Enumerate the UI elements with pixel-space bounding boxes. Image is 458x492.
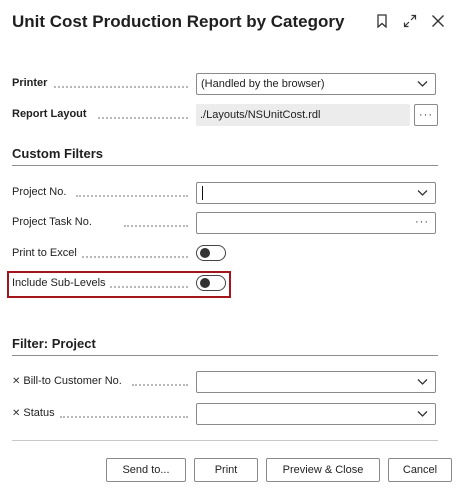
bookmark-icon[interactable] <box>373 12 391 30</box>
report-layout-row: Report Layout ./Layouts/NSUnitCost.rdl ·… <box>12 104 438 128</box>
bill-to-customer-label: ✕ Bill-to Customer No. <box>12 375 122 387</box>
report-layout-value: ./Layouts/NSUnitCost.rdl <box>200 109 321 121</box>
chevron-down-icon <box>417 79 428 91</box>
dialog-title: Unit Cost Production Report by Category <box>12 12 345 31</box>
remove-filter-icon[interactable]: ✕ <box>12 376 20 387</box>
status-label-text: Status <box>23 407 55 419</box>
footer-divider <box>12 440 438 441</box>
print-to-excel-label: Print to Excel <box>12 247 77 259</box>
chevron-down-icon <box>417 188 428 200</box>
printer-select[interactable]: (Handled by the browser) <box>196 73 436 95</box>
dotted-leader <box>124 225 188 227</box>
bill-to-customer-input[interactable] <box>196 371 436 393</box>
expand-icon[interactable] <box>401 12 419 30</box>
print-to-excel-row: Print to Excel <box>12 243 438 267</box>
print-to-excel-toggle[interactable] <box>196 245 226 261</box>
assist-edit-icon[interactable]: ··· <box>415 216 429 228</box>
dotted-leader <box>54 86 188 88</box>
report-layout-assist-button[interactable]: ··· <box>414 104 438 126</box>
chevron-down-icon <box>417 409 428 421</box>
project-task-label: Project Task No. <box>12 216 92 228</box>
printer-row: Printer (Handled by the browser) <box>12 73 438 97</box>
report-layout-label: Report Layout <box>12 108 87 120</box>
project-no-row: Project No. <box>12 182 438 206</box>
toggle-knob <box>200 248 210 258</box>
print-button[interactable]: Print <box>194 458 258 482</box>
dotted-leader <box>132 384 188 386</box>
project-no-label: Project No. <box>12 186 67 198</box>
cancel-button[interactable]: Cancel <box>388 458 452 482</box>
remove-filter-icon[interactable]: ✕ <box>12 408 20 419</box>
highlight-box <box>7 271 231 298</box>
filter-project-heading: Filter: Project <box>12 336 438 356</box>
status-label: ✕ Status <box>12 407 55 419</box>
dotted-leader <box>76 195 188 197</box>
dotted-leader <box>98 117 188 119</box>
preview-close-button[interactable]: Preview & Close <box>266 458 380 482</box>
project-no-input[interactable] <box>196 182 436 204</box>
printer-label: Printer <box>12 77 48 89</box>
close-icon[interactable] <box>429 12 447 30</box>
status-input[interactable] <box>196 403 436 425</box>
project-task-input[interactable]: ··· <box>196 212 436 234</box>
status-row: ✕ Status <box>12 403 438 427</box>
text-cursor <box>202 186 203 200</box>
report-layout-field[interactable]: ./Layouts/NSUnitCost.rdl <box>196 104 410 126</box>
report-request-dialog: Unit Cost Production Report by Category … <box>0 0 458 492</box>
bill-to-customer-label-text: Bill-to Customer No. <box>23 375 122 387</box>
dotted-leader <box>82 256 188 258</box>
chevron-down-icon <box>417 377 428 389</box>
printer-value: (Handled by the browser) <box>201 78 325 90</box>
project-task-row: Project Task No. ··· <box>12 212 438 236</box>
send-to-button[interactable]: Send to... <box>106 458 186 482</box>
dotted-leader <box>60 416 188 418</box>
bill-to-customer-row: ✕ Bill-to Customer No. <box>12 371 438 395</box>
custom-filters-heading: Custom Filters <box>12 146 438 166</box>
